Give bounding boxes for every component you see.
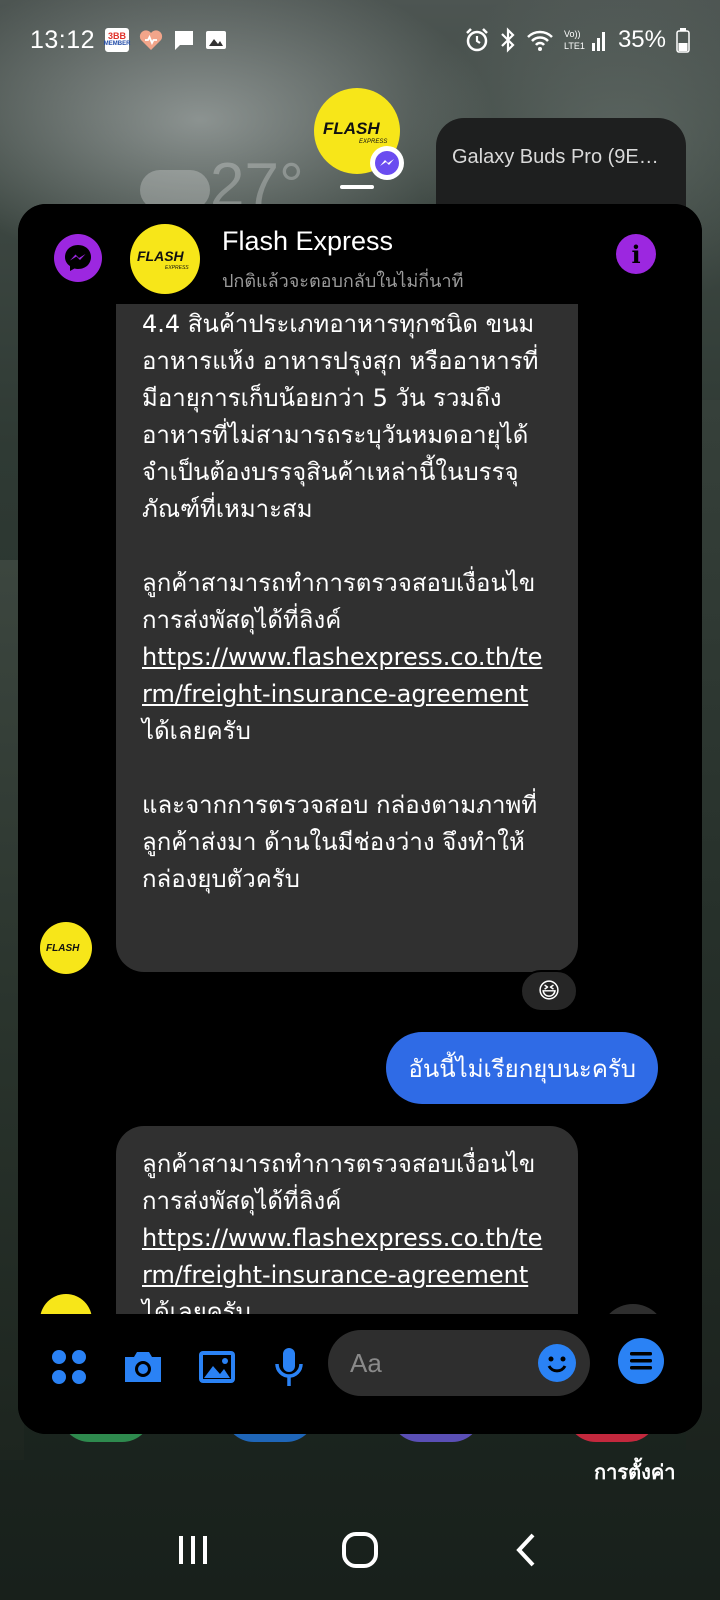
messenger-badge-icon <box>370 146 404 180</box>
battery-icon <box>676 27 690 53</box>
message-paragraph: ลูกค้าสามารถทำการตรวจสอบเงื่อนไขการส่งพั… <box>142 565 552 750</box>
recents-icon <box>179 1536 208 1564</box>
flash-express-logo: FLASH EXPRESS <box>323 119 387 145</box>
gallery-button[interactable] <box>194 1344 240 1390</box>
status-time: 13:12 <box>30 25 96 54</box>
terms-link[interactable]: https://www.flashexpress.co.th/term/frei… <box>142 643 542 708</box>
share-button[interactable] <box>600 1304 666 1314</box>
outgoing-message[interactable]: อันนี้ไม่เรียกยุบนะครับ <box>386 1032 658 1104</box>
chat-notification-icon <box>173 29 195 51</box>
message-text: อันนี้ไม่เรียกยุบนะครับ <box>408 1054 636 1083</box>
flash-express-logo: FLASH <box>46 943 80 954</box>
battery-percent: 35% <box>617 26 666 53</box>
messenger-chat-panel: FLASH EXPRESS Flash Express ปกติแล้วจะตอ… <box>18 204 702 1434</box>
wifi-icon <box>526 28 554 52</box>
chat-header: FLASH EXPRESS Flash Express ปกติแล้วจะตอ… <box>18 204 702 304</box>
chat-head-indicator <box>340 185 374 189</box>
bluetooth-icon <box>500 27 516 53</box>
svg-text:FLASH: FLASH <box>323 119 380 138</box>
laughing-emoji-icon: 😆 <box>537 978 561 1004</box>
alarm-icon <box>464 27 490 53</box>
navigation-bar <box>0 1500 720 1600</box>
contact-avatar[interactable]: FLASH EXPRESS <box>130 224 200 294</box>
voice-button[interactable] <box>266 1344 312 1390</box>
gallery-notification-icon <box>205 29 227 51</box>
home-button[interactable] <box>330 1520 390 1580</box>
back-icon <box>515 1533 535 1567</box>
emoji-button[interactable] <box>538 1344 576 1382</box>
flash-express-chat-head[interactable]: FLASH EXPRESS <box>314 88 404 180</box>
image-icon <box>199 1351 235 1383</box>
svg-text:EXPRESS: EXPRESS <box>359 139 387 145</box>
flash-express-logo: FLASH EXPRESS <box>137 248 189 271</box>
status-bar: 13:12 3BB MEMBER Vo)) LTE1 35% <box>0 0 720 80</box>
menu-icon <box>630 1352 652 1370</box>
svg-text:EXPRESS: EXPRESS <box>165 265 189 271</box>
smiley-icon <box>547 1356 567 1373</box>
svg-text:LTE1: LTE1 <box>564 41 585 51</box>
message-input[interactable] <box>350 1347 520 1379</box>
terms-link[interactable]: https://www.flashexpress.co.th/term/frei… <box>142 1224 542 1289</box>
message-paragraph: และจากการตรวจสอบ กล่องตามภาพที่ลูกค้าส่ง… <box>142 791 538 893</box>
message-text: ลูกค้าสามารถทำการตรวจสอบเงื่อนไขการส่งพั… <box>142 1150 536 1215</box>
reaction-badge[interactable]: 😆 <box>520 970 578 1012</box>
health-icon <box>139 29 163 51</box>
incoming-message[interactable]: 4.4 สินค้าประเภทอาหารทุกชนิด ขนม อาหารแห… <box>116 304 578 972</box>
messenger-icon[interactable] <box>54 234 102 282</box>
recent-apps-button[interactable] <box>163 1520 223 1580</box>
settings-app-label[interactable]: การตั้งค่า <box>594 1456 675 1488</box>
svg-text:FLASH: FLASH <box>137 248 185 264</box>
sender-avatar[interactable]: FLASH <box>40 922 92 974</box>
message-list[interactable]: 4.4 สินค้าประเภทอาหารทุกชนิด ขนม อาหารแห… <box>18 304 702 1314</box>
back-button[interactable] <box>497 1520 557 1580</box>
info-icon[interactable]: i <box>616 234 656 274</box>
incoming-message[interactable]: ลูกค้าสามารถทำการตรวจสอบเงื่อนไขการส่งพั… <box>116 1126 578 1314</box>
apps-button[interactable] <box>46 1344 92 1390</box>
volte-signal-icon: Vo)) LTE1 <box>564 27 608 53</box>
svg-text:FLASH: FLASH <box>46 943 80 954</box>
sender-avatar[interactable] <box>40 1294 92 1314</box>
3bb-member-icon: 3BB MEMBER <box>104 28 130 52</box>
message-input-field[interactable] <box>328 1330 590 1396</box>
message-paragraph: ลูกค้าสามารถทำการตรวจสอบเงื่อนไขการส่งพั… <box>142 1146 552 1314</box>
message-text: ได้เลยครับ <box>142 717 251 745</box>
camera-icon <box>125 1352 161 1382</box>
microphone-icon <box>275 1348 303 1386</box>
message-text: ลูกค้าสามารถทำการตรวจสอบเงื่อนไขการส่งพั… <box>142 569 536 634</box>
home-icon <box>341 1532 378 1568</box>
message-composer <box>18 1314 702 1434</box>
four-dots-icon <box>52 1350 86 1384</box>
svg-text:Vo)): Vo)) <box>564 29 581 39</box>
menu-button[interactable] <box>618 1338 664 1384</box>
message-text: ได้เลยครับ <box>142 1298 251 1314</box>
buds-widget-title: Galaxy Buds Pro (9E… <box>452 146 659 168</box>
message-paragraph: 4.4 สินค้าประเภทอาหารทุกชนิด ขนม อาหารแห… <box>142 310 539 523</box>
contact-name[interactable]: Flash Express <box>222 226 393 257</box>
contact-status: ปกติแล้วจะตอบกลับในไม่กี่นาที <box>222 271 464 292</box>
camera-button[interactable] <box>120 1344 166 1390</box>
